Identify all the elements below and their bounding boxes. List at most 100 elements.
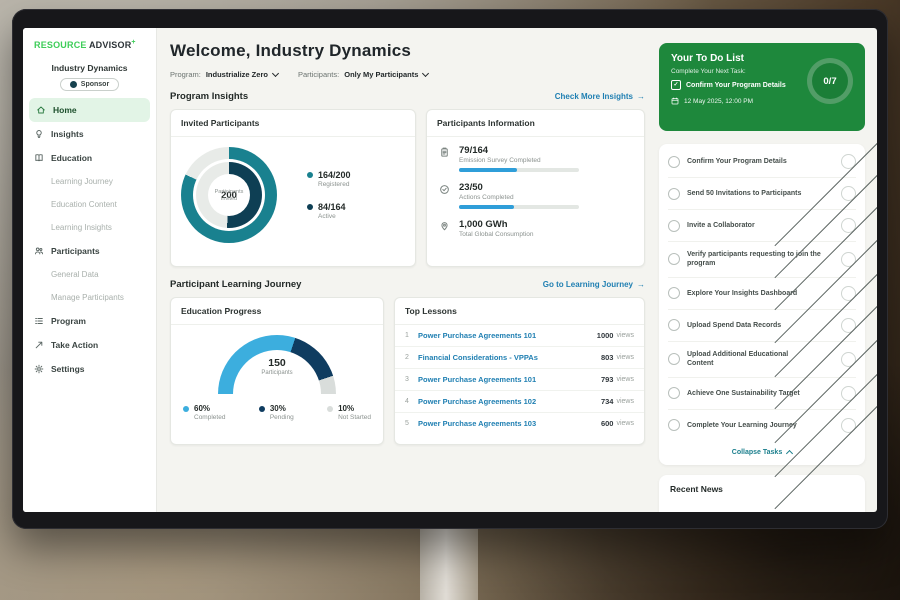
invited-legend-dot: [307, 172, 313, 178]
progress-bar: [459, 168, 579, 172]
top-lessons-card: Top Lessons 1 Power Purchase Agreements …: [394, 297, 645, 445]
lesson-row: 2 Financial Considerations - VPPAs 803 v…: [395, 347, 644, 369]
chevron-down-icon: [272, 70, 279, 77]
dashboard-screen: RESOURCE ADVISOR+ Industry Dynamics Spon…: [23, 28, 877, 512]
task-chevron-button[interactable]: [841, 286, 856, 301]
education-progress-card: Education Progress 150 Participants: [170, 297, 384, 445]
education-gauge-chart: 150 Participants: [218, 335, 336, 394]
home-icon: [36, 105, 46, 115]
task-chevron-button[interactable]: [841, 318, 856, 333]
task-chevron-button[interactable]: [841, 186, 856, 201]
program-insights-title: Program Insights: [170, 91, 248, 102]
sponsor-icon: [70, 81, 77, 88]
task-checkbox[interactable]: [668, 287, 680, 299]
check-more-insights-link[interactable]: Check More Insights →: [555, 92, 645, 101]
survey-icon: [439, 147, 450, 158]
sidebar-item-learning-insights[interactable]: Learning Insights: [23, 216, 156, 239]
gauge-legend-dot: [183, 406, 189, 412]
sidebar-item-manage-participants[interactable]: Manage Participants: [23, 286, 156, 309]
legend-pending: 30% Pending: [259, 404, 294, 421]
org-name: Industry Dynamics: [23, 63, 156, 73]
task-chevron-button[interactable]: [841, 154, 856, 169]
task-checkbox[interactable]: [668, 156, 680, 168]
gauge-legend-dot: [259, 406, 265, 412]
check-circle-icon: [439, 184, 450, 195]
task-chevron-button[interactable]: [841, 386, 856, 401]
sponsor-badge: Sponsor: [60, 78, 119, 91]
lesson-link[interactable]: Power Purchase Agreements 101: [418, 331, 597, 340]
task-chevron-button[interactable]: [841, 218, 856, 233]
program-filter: Program: Industrialize Zero: [170, 70, 278, 79]
arrow-action-icon: [34, 340, 44, 350]
lesson-link[interactable]: Power Purchase Agreements 102: [418, 397, 601, 406]
task-checkbox[interactable]: [668, 319, 680, 331]
invited-legend-dot: [307, 204, 313, 210]
lesson-row: 4 Power Purchase Agreements 102 734 view…: [395, 391, 644, 413]
emission-survey-stat: 79/164 Emission Survey Completed: [439, 145, 632, 172]
sidebar-item-home[interactable]: Home: [29, 98, 150, 122]
monitor-bezel: RESOURCE ADVISOR+ Industry Dynamics Spon…: [12, 9, 888, 529]
next-task-checkbox[interactable]: ✓: [671, 80, 681, 90]
legend-not-started: 10% Not Started: [327, 404, 371, 421]
page-title: Welcome, Industry Dynamics: [170, 41, 645, 61]
lesson-link[interactable]: Power Purchase Agreements 101: [418, 375, 601, 384]
location-pin-icon: [439, 221, 450, 232]
task-checkbox[interactable]: [668, 353, 680, 365]
sidebar-item-settings[interactable]: Settings: [23, 357, 156, 381]
gauge-legend: 60% Completed 30% Pending: [171, 394, 383, 421]
recent-news-card: Recent News: [659, 475, 865, 512]
legend-registered: 164/200 Registered: [307, 170, 351, 188]
lightbulb-icon: [34, 129, 44, 139]
task-checkbox[interactable]: [668, 188, 680, 200]
task-checkbox[interactable]: [668, 387, 680, 399]
sidebar-item-take-action[interactable]: Take Action: [23, 333, 156, 357]
task-row[interactable]: Confirm Your Program Details: [668, 146, 856, 178]
lesson-link[interactable]: Financial Considerations - VPPAs: [418, 353, 601, 362]
todo-panel: Your To Do List Complete Your Next Task:…: [655, 28, 877, 512]
gauge-center: 150 Participants: [218, 357, 336, 376]
task-chevron-button[interactable]: [841, 418, 856, 433]
consumption-stat: 1,000 GWh Total Global Consumption: [439, 219, 632, 238]
sidebar-item-education[interactable]: Education: [23, 146, 156, 170]
main-content: Welcome, Industry Dynamics Program: Indu…: [157, 28, 655, 512]
invited-donut-chart: 200 Participants Invited: [181, 147, 277, 243]
task-chevron-button[interactable]: [841, 352, 856, 367]
sidebar-item-education-content[interactable]: Education Content: [23, 193, 156, 216]
task-checkbox[interactable]: [668, 253, 680, 265]
sidebar-item-learning-journey[interactable]: Learning Journey: [23, 170, 156, 193]
participants-information-card: Participants Information 79/164 Emission…: [426, 109, 645, 267]
list-icon: [34, 316, 44, 326]
participants-dropdown[interactable]: Only My Participants: [344, 70, 428, 79]
participants-filter: Participants: Only My Participants: [298, 70, 428, 79]
sidebar: RESOURCE ADVISOR+ Industry Dynamics Spon…: [23, 28, 157, 512]
invited-participants-card: Invited Participants 200 Participants In…: [170, 109, 416, 267]
legend-completed: 60% Completed: [183, 404, 225, 421]
task-chevron-button[interactable]: [841, 252, 856, 267]
task-checkbox[interactable]: [668, 220, 680, 232]
sidebar-item-program[interactable]: Program: [23, 309, 156, 333]
sidebar-item-participants[interactable]: Participants: [23, 239, 156, 263]
sidebar-item-insights[interactable]: Insights: [23, 122, 156, 146]
stat-bar-fill: [459, 168, 517, 172]
sidebar-nav: Home Insights Education Learning Journey…: [23, 98, 156, 381]
check-icon: ✓: [673, 82, 678, 88]
lesson-link[interactable]: Power Purchase Agreements 103: [418, 419, 601, 428]
learning-journey-title: Participant Learning Journey: [170, 279, 301, 290]
todo-summary-card: Your To Do List Complete Your Next Task:…: [659, 43, 865, 131]
go-to-learning-journey-link[interactable]: Go to Learning Journey →: [543, 280, 645, 289]
invited-donut-center: 200 Participants Invited: [208, 174, 250, 216]
arrow-right-icon: →: [637, 280, 645, 289]
arrow-right-icon: →: [637, 92, 645, 101]
task-checkbox[interactable]: [668, 419, 680, 431]
todo-progress-ring: 0/7: [807, 58, 853, 104]
task-list-card: Confirm Your Program Details Send 50 Inv…: [659, 144, 865, 465]
stat-bar-fill: [459, 205, 514, 209]
gauge-legend-dot: [327, 406, 333, 412]
program-dropdown[interactable]: Industrialize Zero: [206, 70, 278, 79]
progress-bar: [459, 205, 579, 209]
brand-logo: RESOURCE ADVISOR+: [23, 39, 156, 50]
calendar-icon: [671, 97, 679, 105]
book-icon: [34, 153, 44, 163]
sidebar-item-general-data[interactable]: General Data: [23, 263, 156, 286]
chevron-down-icon: [422, 70, 429, 77]
